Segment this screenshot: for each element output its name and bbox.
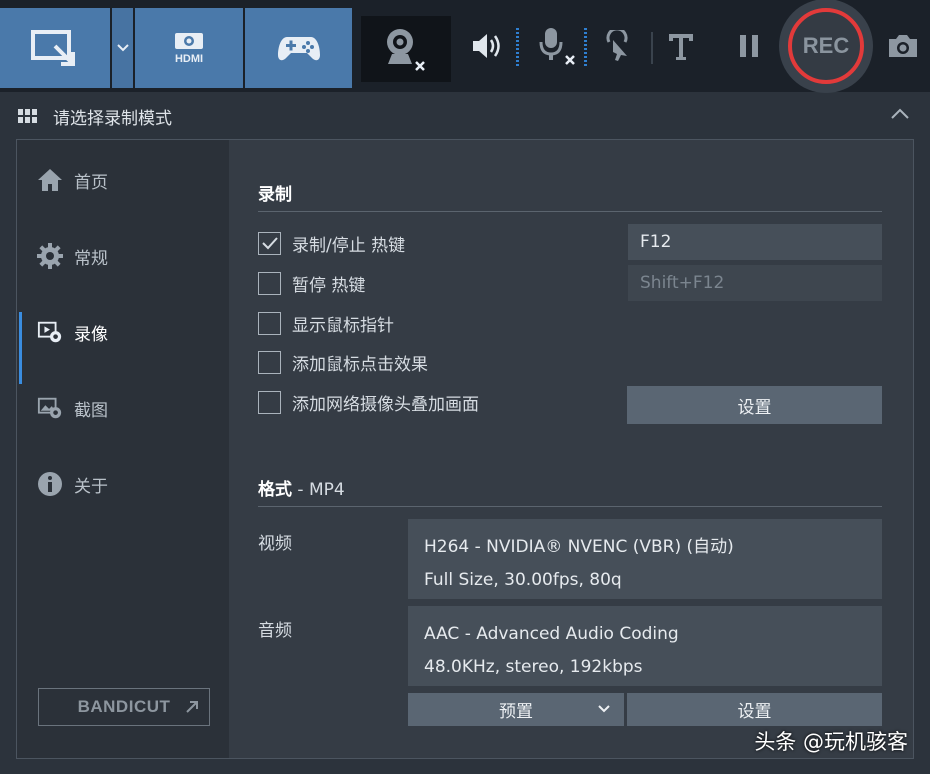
- show-cursor-checkbox[interactable]: [258, 311, 281, 335]
- home-icon: [37, 167, 63, 193]
- audio-params-text: 48.0KHz, stereo, 192kbps: [424, 657, 643, 677]
- sidebar: 首页 常规 录像 截图 关于 BANDI CUT: [17, 140, 229, 758]
- image-settings-icon: [37, 395, 63, 421]
- record-button-ring: REC: [779, 0, 873, 93]
- bandicut-logo-text: BANDI: [77, 697, 134, 716]
- video-format-label: 视频: [258, 534, 292, 554]
- game-mode-button[interactable]: [245, 8, 352, 88]
- click-effect-label: 添加鼠标点击效果: [292, 354, 428, 375]
- speaker-level-meter: [516, 28, 519, 68]
- screenshot-button[interactable]: [882, 24, 924, 68]
- webcam-toggle-button[interactable]: [361, 16, 451, 82]
- gear-icon: [37, 243, 63, 269]
- chevron-up-icon[interactable]: [890, 108, 910, 120]
- hdmi-label: HDMI: [175, 53, 203, 65]
- sidebar-item-screenshot[interactable]: 截图: [17, 380, 229, 436]
- cursor-click-icon: [606, 30, 628, 61]
- webcam-overlay-checkbox[interactable]: [258, 390, 281, 414]
- record-button[interactable]: REC: [788, 8, 864, 84]
- record-hotkey-field[interactable]: F12: [628, 224, 882, 260]
- pause-hotkey-option[interactable]: 暂停 热键: [258, 270, 365, 296]
- pause-button[interactable]: [730, 24, 768, 68]
- microphone-icon: [539, 28, 575, 65]
- divider: [258, 506, 882, 507]
- hdmi-icon: HDMI: [175, 33, 203, 65]
- speaker-icon: [473, 34, 500, 58]
- video-settings-content: 录制 录制/停止 热键 F12 暂停 热键 Shift+F12 显示鼠标指针 添…: [229, 140, 913, 758]
- record-hotkey-checkbox[interactable]: [258, 231, 281, 255]
- record-hotkey-option[interactable]: 录制/停止 热键: [258, 230, 405, 256]
- info-icon: [37, 471, 63, 497]
- audio-format-box[interactable]: AAC - Advanced Audio Coding 48.0KHz, ste…: [408, 606, 882, 686]
- text-icon: [669, 34, 693, 60]
- format-title: 格式: [258, 480, 292, 500]
- video-params-text: Full Size, 30.00fps, 80q: [424, 570, 622, 590]
- pause-hotkey-checkbox[interactable]: [258, 271, 281, 295]
- toolbar-separator: [651, 32, 653, 64]
- divider: [258, 211, 882, 212]
- audio-codec-text: AAC - Advanced Audio Coding: [424, 624, 679, 644]
- format-section-title: 格式 - MP4: [258, 475, 345, 500]
- webcam-icon: [387, 29, 425, 71]
- watermark-text: 头条 @玩机骇客: [754, 730, 908, 754]
- pause-hotkey-label: 暂停 热键: [292, 275, 366, 296]
- video-format-box[interactable]: H264 - NVIDIA® NVENC (VBR) (自动) Full Siz…: [408, 519, 882, 599]
- record-section-title: 录制: [258, 185, 292, 205]
- chevron-down-icon: [598, 705, 610, 713]
- click-effect-checkbox[interactable]: [258, 350, 281, 374]
- sidebar-item-video[interactable]: 录像: [17, 304, 229, 384]
- webcam-overlay-option[interactable]: 添加网络摄像头叠加画面: [258, 389, 479, 415]
- screen-area-icon: [31, 30, 75, 66]
- video-settings-icon: [37, 319, 63, 345]
- mode-header: 请选择录制模式: [0, 96, 930, 136]
- grid-icon: [18, 109, 38, 123]
- webcam-settings-button[interactable]: 设置: [627, 386, 882, 424]
- record-button-wrap: REC: [776, 0, 876, 93]
- external-link-icon: [186, 701, 198, 713]
- chevron-down-icon: [116, 44, 129, 52]
- audio-format-label: 音频: [258, 621, 292, 641]
- bandicut-logo-text-cut: CUT: [133, 697, 171, 716]
- sidebar-item-label: 录像: [74, 324, 108, 345]
- format-settings-button[interactable]: 设置: [627, 693, 882, 726]
- microphone-level-meter: [584, 28, 587, 68]
- preset-label: 预置: [499, 702, 533, 722]
- settings-panel: 首页 常规 录像 截图 关于 BANDI CUT 录制 录制/停止 热键 F12…: [16, 139, 914, 759]
- webcam-overlay-label: 添加网络摄像头叠加画面: [292, 394, 479, 415]
- camera-icon: [889, 35, 917, 57]
- hdmi-mode-button[interactable]: HDMI: [135, 8, 243, 88]
- bandicut-link[interactable]: BANDI CUT: [38, 688, 210, 726]
- preset-dropdown-button[interactable]: 预置: [408, 693, 624, 726]
- show-cursor-label: 显示鼠标指针: [292, 315, 394, 336]
- text-overlay-button[interactable]: [662, 24, 700, 68]
- sidebar-item-label: 首页: [74, 172, 108, 193]
- video-codec-text: H264 - NVIDIA® NVENC (VBR) (自动): [424, 537, 734, 557]
- mode-title: 请选择录制模式: [53, 108, 172, 129]
- format-container: - MP4: [292, 480, 345, 500]
- checkmark-icon: [261, 237, 278, 250]
- sidebar-item-label: 截图: [74, 400, 108, 421]
- sidebar-item-general[interactable]: 常规: [17, 228, 229, 284]
- pause-hotkey-field: Shift+F12: [628, 265, 882, 301]
- main-toolbar: HDMI REC: [0, 0, 930, 93]
- mode-dropdown-button[interactable]: [112, 8, 133, 88]
- microphone-button[interactable]: [530, 24, 580, 68]
- show-cursor-option[interactable]: 显示鼠标指针: [258, 310, 394, 336]
- sidebar-item-home[interactable]: 首页: [17, 152, 229, 208]
- sidebar-item-label: 关于: [74, 476, 108, 497]
- pause-icon: [740, 35, 758, 57]
- click-effect-option[interactable]: 添加鼠标点击效果: [258, 349, 428, 375]
- screen-record-mode-button[interactable]: [0, 8, 110, 88]
- gamepad-icon: [277, 37, 320, 61]
- record-hotkey-label: 录制/停止 热键: [292, 235, 406, 256]
- sidebar-item-about[interactable]: 关于: [17, 456, 229, 512]
- sidebar-item-label: 常规: [74, 248, 108, 269]
- speaker-button[interactable]: [466, 24, 506, 68]
- cursor-effect-button[interactable]: [600, 24, 638, 68]
